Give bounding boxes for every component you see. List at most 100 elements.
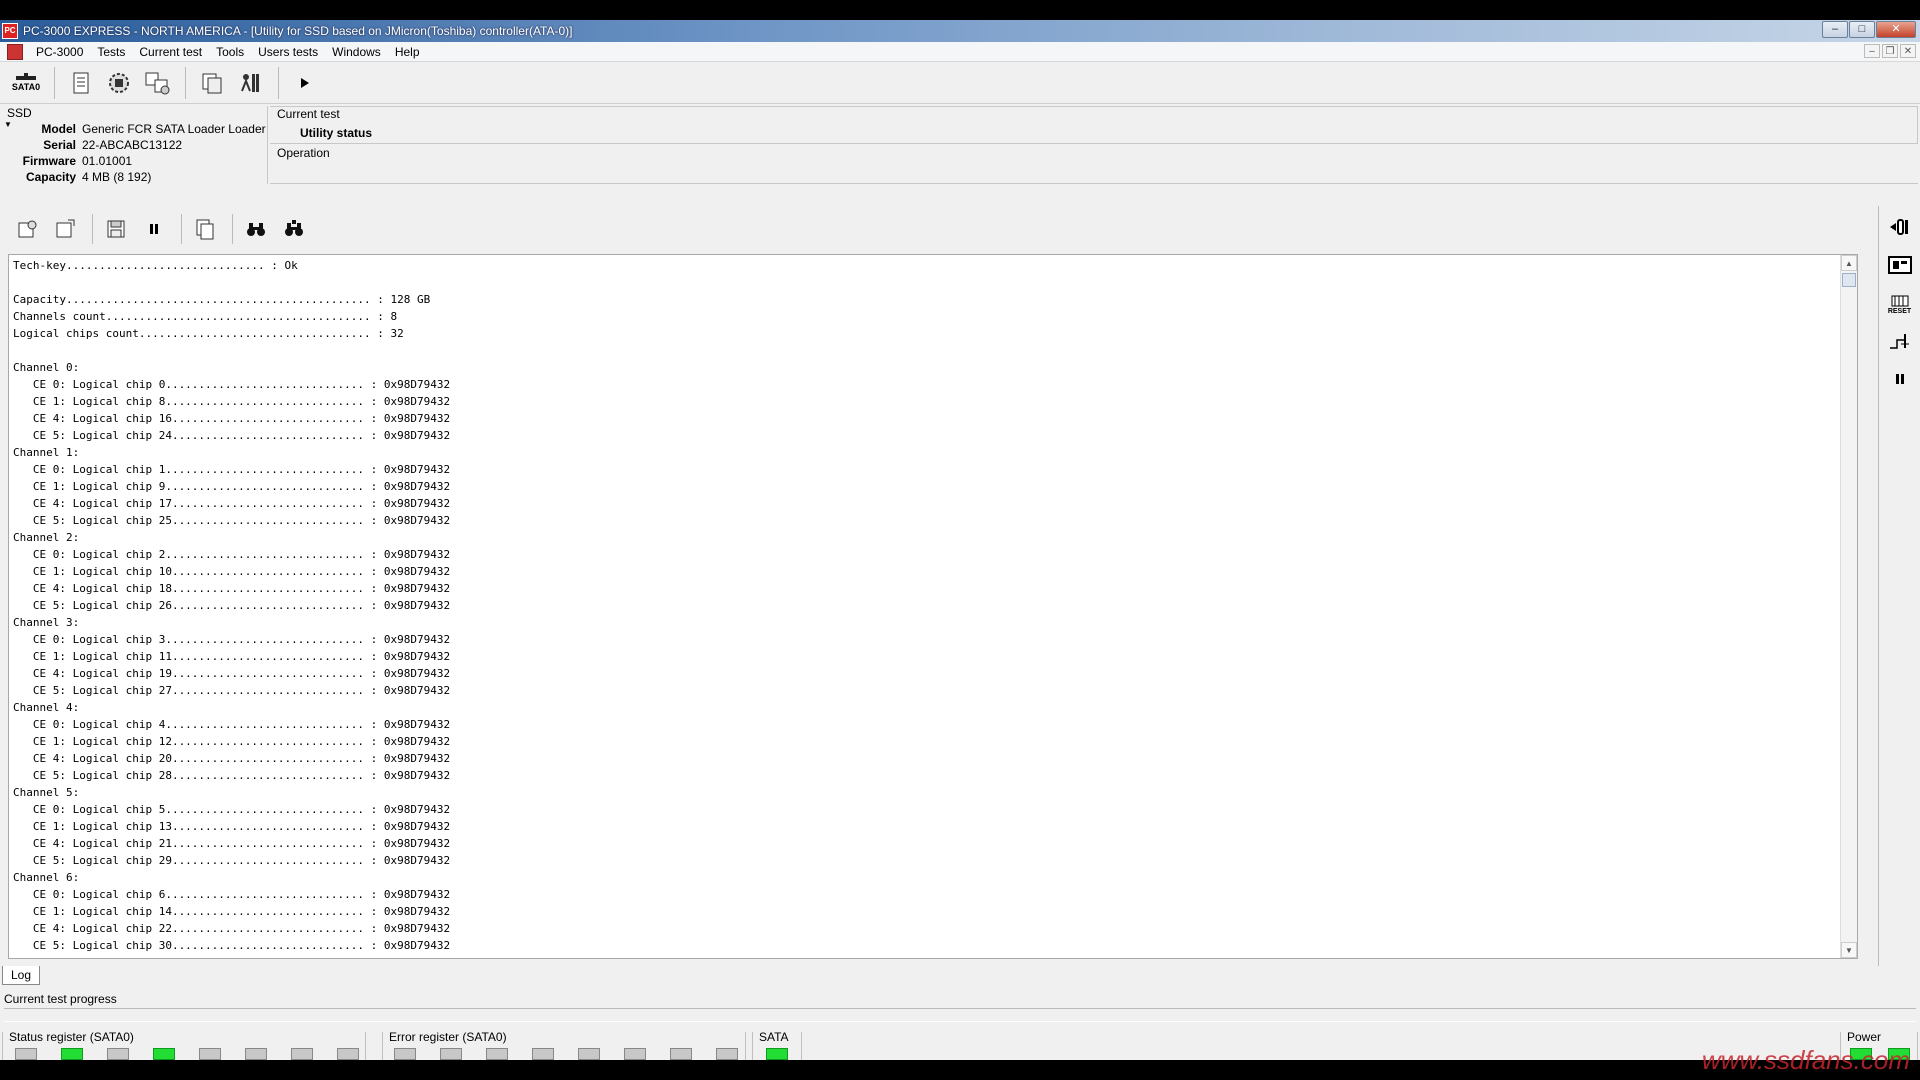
find-button[interactable]	[239, 213, 273, 245]
ssd-capacity-row: Capacity 4 MB (8 192)	[0, 170, 268, 186]
ssd-model-label: Model	[41, 122, 76, 136]
log-line: CE 1: Logical chip 9....................…	[13, 480, 451, 493]
close-button[interactable]: ✕	[1876, 21, 1916, 38]
maximize-button[interactable]: □	[1849, 21, 1875, 38]
switch-button[interactable]	[1882, 324, 1918, 358]
tool-button[interactable]	[232, 66, 268, 100]
log-output-area[interactable]: Tech-key.............................. :…	[8, 254, 1858, 959]
save-log-button[interactable]	[99, 213, 133, 245]
led-indicator-icon	[337, 1048, 359, 1060]
log-line: CE 5: Logical chip 26...................…	[13, 599, 451, 612]
settings-chip-button[interactable]	[101, 66, 137, 100]
ssd-model-value: Generic FCR SATA Loader Loader	[82, 122, 266, 136]
menu-users-tests[interactable]: Users tests	[251, 42, 325, 62]
menu-tests[interactable]: Tests	[90, 42, 132, 62]
open-settings-icon	[18, 220, 37, 238]
mdi-close-button[interactable]: ✕	[1900, 44, 1916, 58]
operation-caption: Operation	[277, 146, 330, 160]
menu-windows[interactable]: Windows	[325, 42, 388, 62]
chips-icon	[145, 72, 170, 94]
progress-label: Current test progress	[4, 992, 117, 1006]
ssd-serial-row: Serial 22-ABCABC13122	[0, 138, 268, 154]
led-indicator-icon	[716, 1048, 738, 1060]
log-line: CE 4: Logical chip 18...................…	[13, 582, 451, 595]
copy-button[interactable]	[194, 66, 230, 100]
log-line: Tech-key.............................. :…	[13, 259, 298, 272]
log-line: CE 1: Logical chip 11...................…	[13, 650, 451, 663]
top-black-band	[0, 0, 1920, 20]
tab-log[interactable]: Log	[2, 966, 41, 985]
menu-help[interactable]: Help	[388, 42, 427, 62]
person-chart-icon	[241, 73, 259, 92]
run-button[interactable]	[287, 66, 323, 100]
log-line: CE 0: Logical chip 3....................…	[13, 633, 451, 646]
scroll-down-icon[interactable]: ▼	[1841, 942, 1857, 958]
log-line: CE 4: Logical chip 17...................…	[13, 497, 451, 510]
led-indicator-icon	[394, 1048, 416, 1060]
progress-bar	[4, 1008, 1916, 1022]
led-indicator-icon	[61, 1048, 83, 1060]
info-area: SSD ▼ Model Generic FCR SATA Loader Load…	[0, 104, 1920, 184]
log-line: CE 1: Logical chip 14...................…	[13, 905, 451, 918]
ssd-firmware-value: 01.01001	[82, 154, 133, 168]
gear-chip-icon	[109, 72, 129, 93]
load-log-button[interactable]	[48, 213, 82, 245]
sata-caption: SATA	[759, 1030, 791, 1044]
menu-tools[interactable]: Tools	[209, 42, 251, 62]
led-indicator-icon	[532, 1048, 554, 1060]
log-line: CE 5: Logical chip 27...................…	[13, 684, 451, 697]
power-control-button[interactable]	[1882, 210, 1918, 244]
log-toolbar-separator	[181, 214, 182, 244]
log-line: Channel 6:	[13, 871, 80, 884]
toolbar-separator	[54, 66, 55, 99]
led-indicator-icon	[486, 1048, 508, 1060]
minimize-button[interactable]: –	[1822, 21, 1848, 38]
log-line: CE 5: Logical chip 30...................…	[13, 939, 451, 952]
log-toolbar-separator	[232, 214, 233, 244]
vertical-scrollbar[interactable]: ▲ ▼	[1840, 255, 1857, 958]
log-line: CE 1: Logical chip 8....................…	[13, 395, 451, 408]
toolbar-separator	[185, 66, 186, 99]
open-log-button[interactable]	[10, 213, 44, 245]
document-list-icon	[73, 72, 89, 93]
utilities-button[interactable]	[139, 66, 175, 100]
ssd-panel: SSD ▼ Model Generic FCR SATA Loader Load…	[0, 106, 268, 184]
board-icon	[1887, 256, 1912, 274]
board-button[interactable]	[1882, 248, 1918, 282]
menu-current-test[interactable]: Current test	[132, 42, 209, 62]
led-indicator-icon	[766, 1048, 788, 1060]
power-plug-icon	[1889, 219, 1908, 235]
mdi-minimize-button[interactable]: –	[1864, 44, 1880, 58]
reset-button[interactable]: RESET	[1882, 286, 1918, 320]
log-line: CE 1: Logical chip 13...................…	[13, 820, 451, 833]
play-icon	[301, 77, 309, 88]
current-test-value: Utility status	[300, 126, 373, 140]
binoculars-next-icon	[285, 220, 303, 236]
binoculars-icon	[247, 223, 265, 236]
power-caption: Power	[1847, 1030, 1884, 1044]
load-icon	[56, 219, 75, 238]
log-line: CE 5: Logical chip 28...................…	[13, 769, 451, 782]
log-line: Channel 3:	[13, 616, 80, 629]
menu-pc3000[interactable]: PC-3000	[29, 42, 90, 62]
clear-log-button[interactable]	[188, 213, 222, 245]
scroll-thumb[interactable]	[1842, 273, 1856, 287]
passport-button[interactable]	[63, 66, 99, 100]
window-controls: – □ ✕	[1822, 21, 1916, 38]
ssd-firmware-row: Firmware 01.01001	[0, 154, 268, 170]
watermark: www.ssdfans.com	[1701, 1045, 1910, 1075]
document-icon[interactable]	[7, 43, 23, 60]
sata-port-button[interactable]: SATA0	[8, 66, 44, 100]
log-line: Channel 5:	[13, 786, 80, 799]
pause-log-button[interactable]	[137, 213, 171, 245]
pause-right-button[interactable]	[1882, 362, 1918, 396]
led-indicator-icon	[153, 1048, 175, 1060]
log-line: CE 4: Logical chip 19...................…	[13, 667, 451, 680]
mdi-restore-button[interactable]: ❐	[1882, 44, 1898, 58]
pc3000-icon[interactable]: PC	[2, 23, 18, 39]
scroll-up-icon[interactable]: ▲	[1841, 255, 1857, 271]
find-next-button[interactable]	[277, 213, 311, 245]
save-icon	[107, 220, 125, 238]
main-window: PC PC-3000 EXPRESS - NORTH AMERICA - [Ut…	[0, 20, 1920, 1078]
